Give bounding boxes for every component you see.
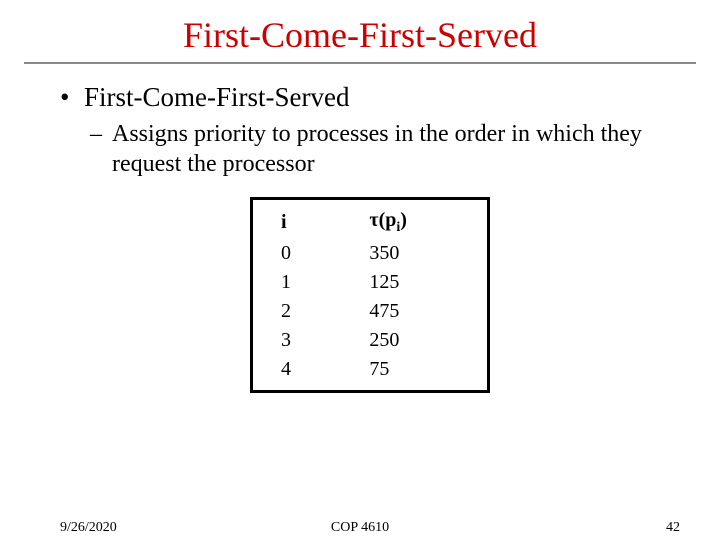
table-row: 0 350	[253, 239, 487, 268]
data-table-container: i τ(pi) 0 350 1 125 2 475	[250, 197, 490, 393]
cell-i: 0	[253, 239, 359, 268]
cell-tau: 125	[359, 268, 487, 297]
table-row: 4 75	[253, 355, 487, 384]
bullet-level-1: First-Come-First-Served	[60, 82, 680, 113]
cell-tau: 250	[359, 326, 487, 355]
table-row: 1 125	[253, 268, 487, 297]
cell-tau: 75	[359, 355, 487, 384]
table-row: 2 475	[253, 297, 487, 326]
cell-i: 4	[253, 355, 359, 384]
bullet-level-2: Assigns priority to processes in the ord…	[90, 119, 672, 179]
cell-i: 1	[253, 268, 359, 297]
cell-tau: 475	[359, 297, 487, 326]
tau-suffix: )	[400, 209, 407, 231]
slide-title: First-Come-First-Served	[0, 14, 720, 56]
title-divider	[24, 62, 696, 64]
col-header-index: i	[253, 206, 359, 239]
cell-tau: 350	[359, 239, 487, 268]
content-area: First-Come-First-Served Assigns priority…	[0, 82, 720, 393]
tau-prefix: τ(p	[369, 209, 396, 231]
footer-page-number: 42	[666, 520, 680, 536]
slide: First-Come-First-Served First-Come-First…	[0, 14, 720, 540]
cell-i: 3	[253, 326, 359, 355]
cell-i: 2	[253, 297, 359, 326]
table-row: 3 250	[253, 326, 487, 355]
footer-course: COP 4610	[0, 520, 720, 536]
col-header-tau: τ(pi)	[359, 206, 487, 239]
table-header-row: i τ(pi)	[253, 206, 487, 239]
process-table: i τ(pi) 0 350 1 125 2 475	[253, 206, 487, 384]
